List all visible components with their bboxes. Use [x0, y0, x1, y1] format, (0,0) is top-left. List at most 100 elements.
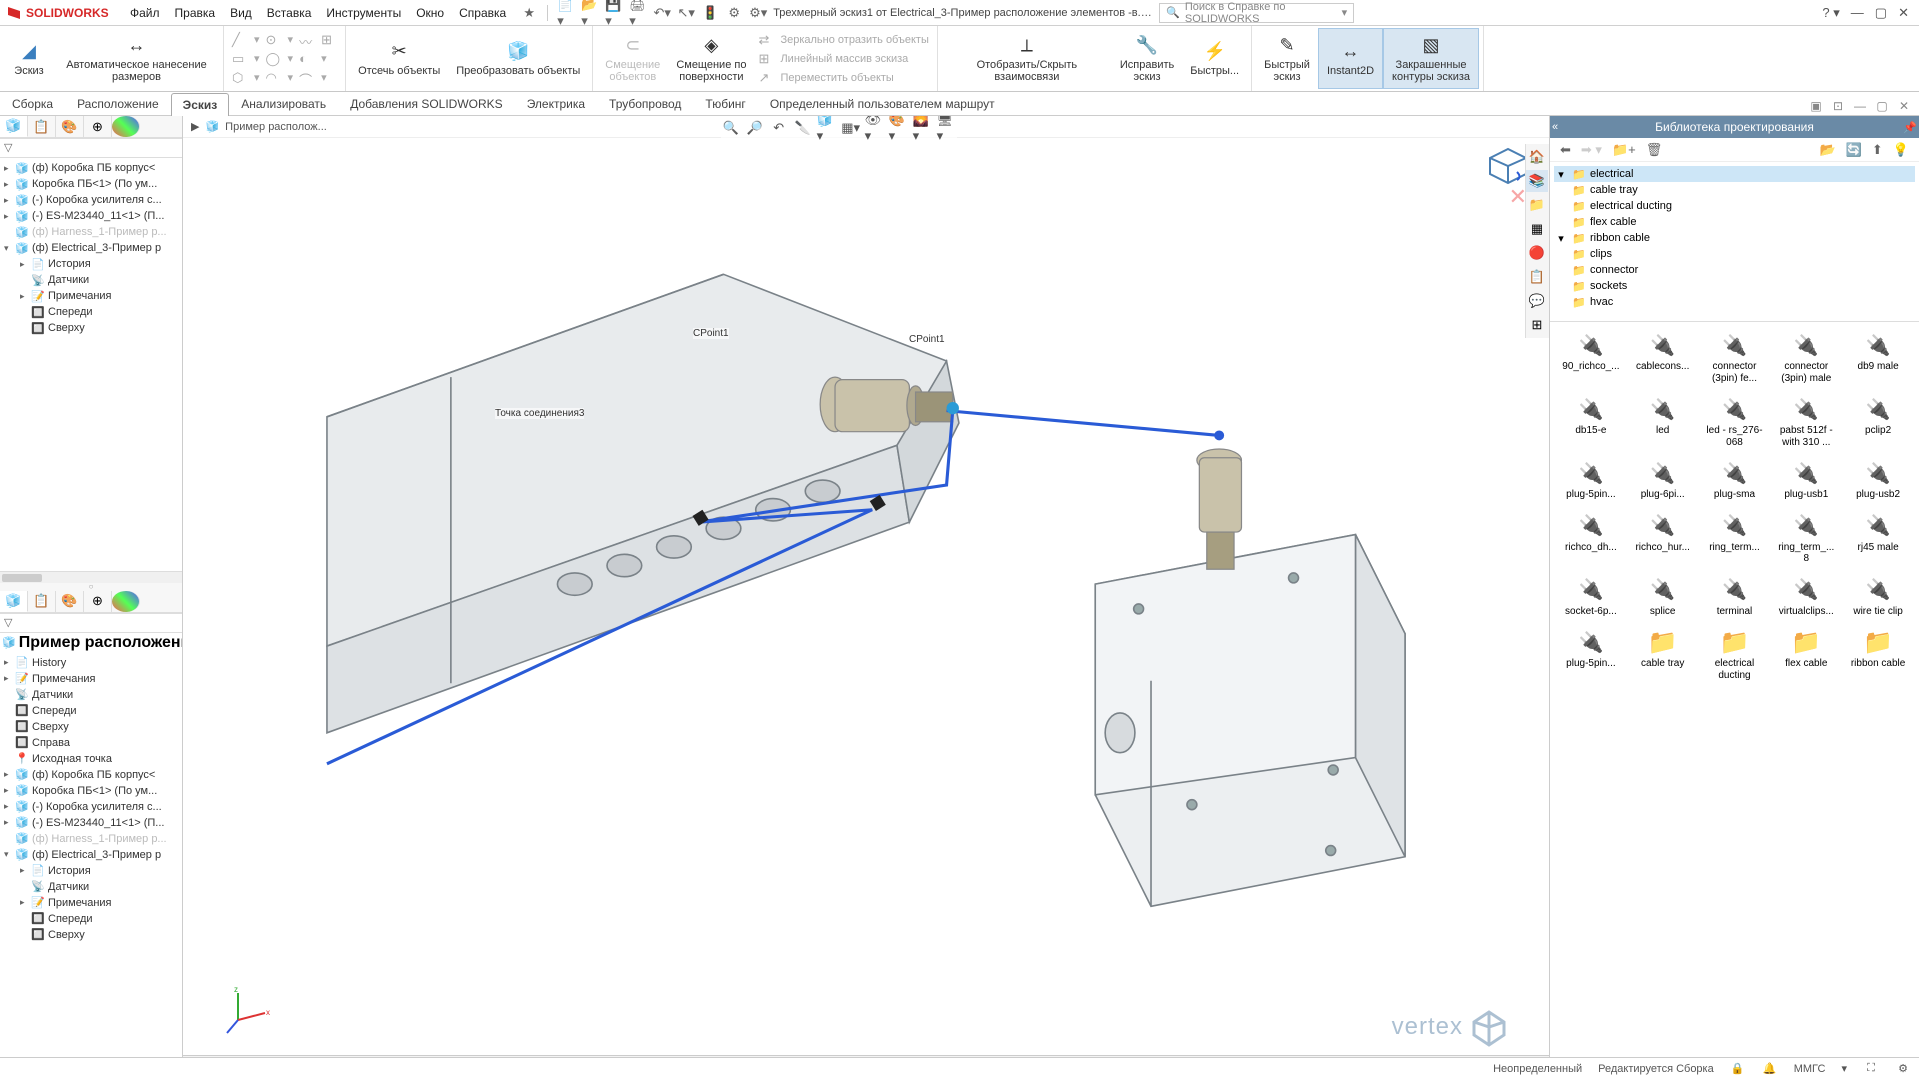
instant2d-button[interactable]: ↔ Instant2D	[1318, 28, 1383, 89]
zoom-fit-icon[interactable]: 🔍	[721, 118, 741, 138]
rebuild-icon[interactable]: 🚦	[701, 4, 719, 22]
lp-filter-2[interactable]: ▽	[0, 613, 182, 633]
view-orientation-cube[interactable]	[1487, 144, 1529, 186]
menu-Файл[interactable]: Файл	[130, 6, 160, 20]
tab-maximize-icon[interactable]: ▢	[1873, 97, 1891, 115]
lp-tab-display[interactable]: 🎨	[56, 116, 84, 137]
print-icon[interactable]: 🖨▾	[629, 4, 647, 22]
lp-tab2-display[interactable]: 🎨	[56, 591, 84, 612]
status-lock-icon[interactable]: 🔒	[1730, 1061, 1746, 1077]
tree-item[interactable]: 🔲Спереди	[2, 703, 180, 719]
dl-part[interactable]: 📁flex cable	[1771, 625, 1841, 685]
tree-item[interactable]: 📡Датчики	[2, 879, 180, 895]
tree2-root[interactable]: 🧊Пример расположение эл...▲	[0, 633, 182, 653]
dl-back-icon[interactable]: ⬅	[1560, 142, 1571, 158]
tree-item[interactable]: 🧊(ф) Harness_1-Пример р...	[2, 224, 180, 240]
dl-folder[interactable]: 📁cable tray	[1554, 182, 1915, 198]
dl-part[interactable]: 🔌plug-usb2	[1843, 456, 1913, 505]
lp-tab-config[interactable]: 📋	[28, 116, 56, 137]
dl-folder[interactable]: 📁electrical ducting	[1554, 198, 1915, 214]
dl-part[interactable]: 🔌ring_term...	[1700, 509, 1770, 569]
tree-item[interactable]: ▾🧊(ф) Electrical_3-Пример р	[2, 240, 180, 256]
tree-item[interactable]: 🔲Сверху	[2, 927, 180, 943]
tp-explorer-icon[interactable]: 📁	[1526, 194, 1548, 216]
dl-folder[interactable]: 📁clips	[1554, 246, 1915, 262]
rtab-3[interactable]: Анализировать	[229, 92, 338, 115]
undo-icon[interactable]: ↶▾	[653, 4, 671, 22]
autodim-button[interactable]: ↔ Автоматическое нанесение размеров	[54, 28, 219, 89]
dl-part[interactable]: 🔌plug-usb1	[1771, 456, 1841, 505]
hide-show-icon[interactable]: 👁▾	[865, 118, 885, 138]
tree-item[interactable]: ▾🧊(ф) Electrical_3-Пример р	[2, 847, 180, 863]
rtab-1[interactable]: Расположение	[65, 92, 171, 115]
tree-item[interactable]: 🔲Сверху	[2, 320, 180, 336]
lp-tab2-config[interactable]: 📋	[28, 591, 56, 612]
dl-del-icon[interactable]: 🗑	[1646, 142, 1663, 158]
dl-part[interactable]: 🔌pclip2	[1843, 392, 1913, 452]
settings-icon[interactable]: ⚙	[725, 4, 743, 22]
tree-item[interactable]: 🔲Справа	[2, 735, 180, 751]
dl-newfold-icon[interactable]: 📂	[1820, 142, 1836, 158]
tree-item[interactable]: 📡Датчики	[2, 272, 180, 288]
dl-add-icon[interactable]: 📁+	[1612, 142, 1636, 158]
tree-item[interactable]: 📡Датчики	[2, 687, 180, 703]
dl-part[interactable]: 🔌plug-6pi...	[1628, 456, 1698, 505]
tp-view-icon[interactable]: ▦	[1526, 218, 1548, 240]
offset-surface-button[interactable]: ◈ Смещение по поверхности	[668, 28, 754, 89]
appearance-icon[interactable]: 🎨▾	[889, 118, 909, 138]
dl-part[interactable]: 🔌90_richco_...	[1556, 328, 1626, 388]
dl-part[interactable]: 📁ribbon cable	[1843, 625, 1913, 685]
dl-collapse-icon[interactable]: «	[1552, 121, 1558, 133]
showrel-button[interactable]: ⟂ Отобразить/Скрыть взаимосвязи	[942, 28, 1112, 89]
tree-item[interactable]: ▸📝Примечания	[2, 288, 180, 304]
tree-item[interactable]: 🔲Сверху	[2, 719, 180, 735]
lp-tab2-prop[interactable]: ⊕	[84, 591, 112, 612]
tree-item[interactable]: ▸🧊Коробка ПБ<1> (По ум...	[2, 783, 180, 799]
dl-up-icon[interactable]: ⬆	[1872, 142, 1883, 158]
prev-view-icon[interactable]: ↶	[769, 118, 789, 138]
dl-part[interactable]: 🔌led - rs_276-068	[1700, 392, 1770, 452]
dl-part[interactable]: 📁cable tray	[1628, 625, 1698, 685]
tp-properties-icon[interactable]: 📋	[1526, 266, 1548, 288]
dl-folder[interactable]: 📁flex cable	[1554, 214, 1915, 230]
display-style-icon[interactable]: ▦▾	[841, 118, 861, 138]
status-fullscreen-icon[interactable]: ⛶	[1863, 1061, 1879, 1077]
dl-part[interactable]: 🔌cablecons...	[1628, 328, 1698, 388]
sketch-button[interactable]: ◢ Эскиз	[4, 28, 54, 89]
lp-tab2-appear[interactable]	[112, 591, 140, 612]
view-orient-icon[interactable]: 🧊▾	[817, 118, 837, 138]
tree-item[interactable]: ▸📄История	[2, 256, 180, 272]
dl-folder[interactable]: ▾📁electrical	[1554, 166, 1915, 182]
status-units-dd-icon[interactable]: ▾	[1841, 1062, 1847, 1075]
status-warn-icon[interactable]: 🔔	[1762, 1061, 1778, 1077]
tree-item[interactable]: ▸🧊(-) Коробка усилителя с...	[2, 192, 180, 208]
dl-part[interactable]: 🔌wire tie clip	[1843, 573, 1913, 622]
menu-Вид[interactable]: Вид	[230, 6, 252, 20]
tree-item[interactable]: ▸🧊(ф) Коробка ПБ корпус<	[2, 767, 180, 783]
menu-Инструменты[interactable]: Инструменты	[326, 6, 401, 20]
menu-Окно[interactable]: Окно	[416, 6, 444, 20]
dl-folder[interactable]: 📁connector	[1554, 262, 1915, 278]
tab-close-icon[interactable]: ✕	[1895, 97, 1913, 115]
rtab-5[interactable]: Электрика	[515, 92, 597, 115]
dl-part[interactable]: 🔌pabst 512f - with 310 ...	[1771, 392, 1841, 452]
section-icon[interactable]: 🔪	[793, 118, 813, 138]
lp-scroll-1[interactable]	[0, 571, 182, 583]
menu-Справка[interactable]: Справка	[459, 6, 506, 20]
dl-fwd-icon[interactable]: ➡ ▾	[1581, 142, 1602, 158]
menu-Вставка[interactable]: Вставка	[267, 6, 312, 20]
dl-part[interactable]: 🔌richco_dh...	[1556, 509, 1626, 569]
dl-part[interactable]: 🔌socket-6p...	[1556, 573, 1626, 622]
tree-item[interactable]: ▸🧊(-) ES-M23440_11<1> (П...	[2, 208, 180, 224]
dl-folder[interactable]: 📁hvac	[1554, 294, 1915, 310]
dl-part[interactable]: 🔌terminal	[1700, 573, 1770, 622]
dl-part[interactable]: 🔌ring_term_... 8	[1771, 509, 1841, 569]
tab-expand-icon[interactable]: ▣	[1807, 97, 1825, 115]
dl-part[interactable]: 🔌plug-5pin...	[1556, 625, 1626, 685]
dl-part[interactable]: 🔌rj45 male	[1843, 509, 1913, 569]
tree-item[interactable]: ▸📝Примечания	[2, 895, 180, 911]
lp-filter[interactable]: ▽	[0, 138, 182, 158]
quick-button[interactable]: ⚡ Быстры...	[1182, 28, 1247, 89]
3d-viewport[interactable]: ▶ 🧊 Пример располож... 🔍 🔎 ↶ 🔪 🧊▾ ▦▾ 👁▾ …	[183, 116, 1549, 1077]
open-icon[interactable]: 📂▾	[581, 4, 599, 22]
